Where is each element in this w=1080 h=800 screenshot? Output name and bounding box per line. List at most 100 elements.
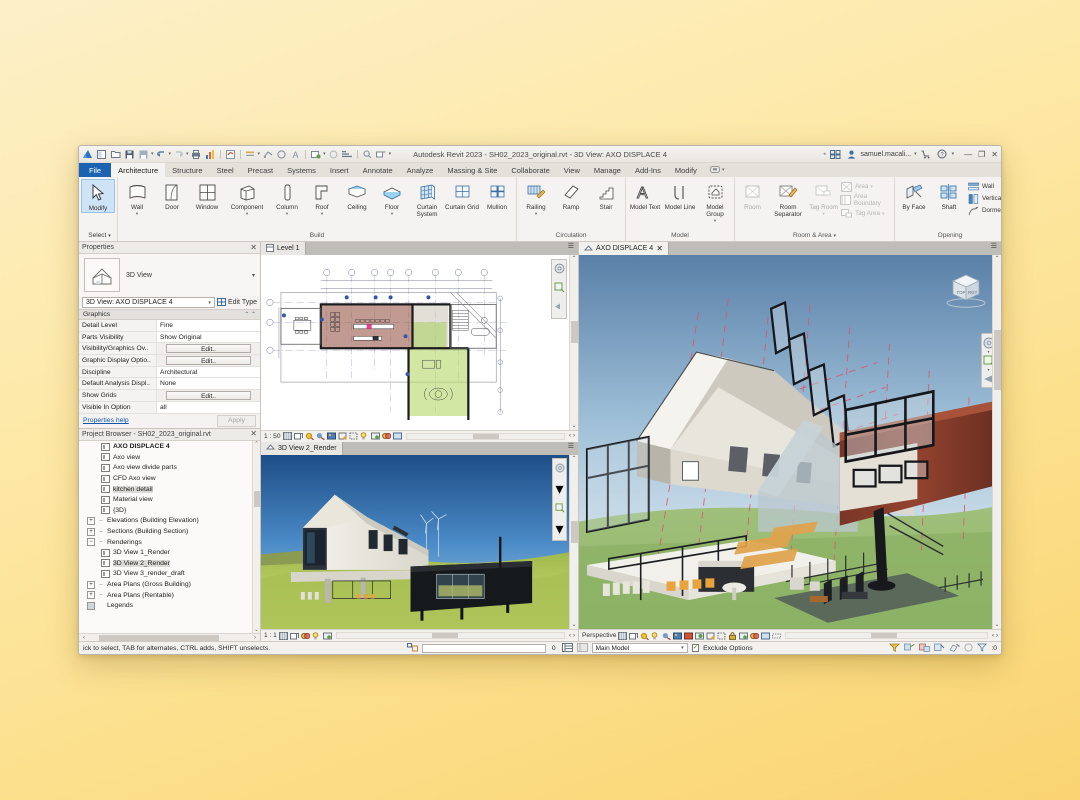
pan-icon[interactable] [554, 299, 565, 317]
close-icon[interactable]: ✕ [250, 430, 257, 438]
roof-button[interactable]: Roof ▾ [305, 179, 339, 216]
column-button[interactable]: Column ▾ [270, 179, 304, 216]
wall-button[interactable]: Wall ▾ [120, 179, 154, 216]
area-boundary-button[interactable]: Area Boundary [840, 193, 892, 207]
scroll-right-icon[interactable]: › [573, 433, 575, 439]
crop-region-icon[interactable] [349, 432, 358, 440]
steering-wheel-icon[interactable] [554, 261, 565, 279]
properties-help-link[interactable]: Properties help [83, 417, 129, 424]
tree-item-kitchen-detail[interactable]: kitchen detail [79, 484, 260, 495]
chevron-down-icon[interactable]: ▾ [186, 151, 189, 157]
view-tab-axo-displace-4[interactable]: AXO DISPLACE 4 ✕ [579, 242, 669, 255]
render-view-control-bar[interactable]: 1 : 1 ‹ › [261, 629, 578, 641]
property-row[interactable]: Discipline Architectural [79, 367, 260, 379]
zoom-tool-icon[interactable] [361, 148, 374, 161]
curtain-system-button[interactable]: Curtain System [410, 179, 444, 218]
cart-icon[interactable] [920, 148, 933, 161]
redo-icon[interactable] [172, 148, 185, 161]
scrollbar-thumb[interactable] [432, 633, 458, 638]
ribbon-tab-add-ins[interactable]: Add-Ins [628, 163, 668, 177]
chevron-left-icon[interactable]: ◂ [823, 151, 826, 157]
tile-windows-icon[interactable] [327, 148, 340, 161]
measure-chart-icon[interactable] [204, 148, 217, 161]
design-option-selector[interactable]: Main Model ▾ [592, 643, 688, 653]
new-project-icon[interactable] [95, 148, 108, 161]
apply-button[interactable]: Apply [217, 415, 256, 427]
room-button[interactable]: Room [737, 179, 768, 211]
lightbulb-icon[interactable] [360, 432, 369, 440]
tag-area-button[interactable]: Tag Area ▾ [840, 208, 892, 219]
lock-3d-view-icon[interactable] [728, 632, 737, 640]
modify-button[interactable]: Modify [81, 179, 115, 213]
model-text-button[interactable]: A Model Text [628, 179, 662, 211]
model-group-button[interactable]: Model Group ▾ [698, 179, 732, 223]
scroll-right-icon[interactable]: › [996, 633, 998, 639]
autodesk-account-icon[interactable] [829, 148, 842, 161]
detail-level-icon[interactable] [283, 432, 292, 440]
open-icon[interactable] [109, 148, 122, 161]
customize-qat-icon[interactable] [375, 148, 388, 161]
chevron-down-icon[interactable]: ▾ [681, 645, 684, 651]
sun-path-icon[interactable] [305, 432, 314, 440]
plan-drawing-canvas[interactable] [261, 255, 569, 430]
chevron-down-icon[interactable]: ▾ [722, 167, 725, 173]
scroll-up-icon[interactable]: ⌃ [253, 441, 260, 447]
reveal-hidden-icon[interactable] [301, 632, 310, 640]
axo-viewport[interactable]: TOP RGT ▾ ▾ [579, 255, 1001, 629]
sun-path-icon[interactable] [640, 632, 649, 640]
ribbon-tab-precast[interactable]: Precast [241, 163, 280, 177]
scroll-right-icon[interactable]: › [250, 635, 260, 641]
chevron-down-icon[interactable]: ▾ [987, 350, 989, 353]
dormer-opening-button[interactable]: Dormer [967, 205, 1001, 216]
property-row[interactable]: Parts Visibility Show Original [79, 332, 260, 344]
close-inactive-views-icon[interactable] [309, 148, 322, 161]
scroll-left-icon[interactable]: ‹ [79, 635, 89, 641]
visual-style-icon[interactable] [290, 632, 299, 640]
tree-item-axo-view-divide-parts[interactable]: Axo view divide parts [79, 463, 260, 474]
status-input-field[interactable] [422, 644, 546, 653]
filter-count-icon[interactable] [977, 643, 987, 654]
expand-icon[interactable]: + [87, 581, 95, 589]
chevron-down-icon[interactable]: ▾ [208, 300, 211, 306]
plan-view-tabbar[interactable]: Level 1 ☰ [261, 242, 578, 255]
visual-style-icon[interactable] [629, 632, 638, 640]
chevron-down-icon[interactable]: ▾ [987, 368, 989, 371]
select-panel-title[interactable]: Select ▾ [81, 230, 115, 241]
detail-level-icon[interactable] [618, 632, 627, 640]
tree-item-area-plans-gross-building[interactable]: +–Area Plans (Gross Building) [79, 579, 260, 590]
shadows-icon[interactable] [316, 432, 325, 440]
axo-vertical-scrollbar[interactable]: ⌃ ⌄ [992, 255, 1001, 629]
ribbon-tab-steel[interactable]: Steel [210, 163, 241, 177]
rendering-icon[interactable] [673, 632, 682, 640]
expand-icon[interactable]: + [87, 591, 95, 599]
sync-icon[interactable] [224, 148, 237, 161]
chevron-down-icon[interactable]: ▾ [952, 151, 955, 157]
view-cube[interactable]: TOP RGT [945, 267, 987, 309]
chevron-down-icon[interactable]: ▾ [914, 151, 917, 157]
tree-item-3d-view-2-render[interactable]: 3D View 2_Render [79, 558, 260, 569]
scroll-down-icon[interactable]: ⌄ [570, 422, 578, 430]
chevron-down-icon[interactable]: ▾ [321, 212, 323, 216]
close-button[interactable]: ✕ [991, 150, 998, 159]
scrollbar-thumb[interactable] [473, 434, 499, 439]
view-tab-3d-view-2-render[interactable]: 3D View 2_Render [261, 442, 343, 455]
tree-item-elevations[interactable]: +–Elevations (Building Elevation) [79, 516, 260, 527]
shaft-opening-button[interactable]: Shaft [932, 179, 966, 211]
property-row[interactable]: Show Grids Edit.. [79, 390, 260, 402]
select-underlay-icon[interactable] [919, 643, 930, 654]
user-name[interactable]: samuel.macali... [861, 151, 912, 158]
exclude-options-checkbox[interactable]: ✓ [692, 644, 700, 652]
render-view-tabbar[interactable]: 3D View 2_Render ☰ [261, 442, 578, 455]
ribbon-tab-annotate[interactable]: Annotate [356, 163, 400, 177]
chevron-down-icon[interactable]: ▾ [391, 212, 393, 216]
plan-vertical-scrollbar[interactable]: ⌃ ⌄ [569, 255, 578, 430]
view-tab-menu-icon[interactable]: ☰ [564, 242, 578, 255]
crop-region-icon[interactable] [717, 632, 726, 640]
vertical-opening-button[interactable]: Vertical [967, 193, 1001, 204]
axo-view-tabbar[interactable]: AXO DISPLACE 4 ✕ ☰ [579, 242, 1001, 255]
close-icon[interactable]: ✕ [250, 244, 257, 252]
tree-item-sections[interactable]: +–Sections (Building Section) [79, 526, 260, 537]
design-options-secondary-icon[interactable] [577, 643, 588, 654]
render-cloud-icon[interactable] [695, 632, 704, 640]
property-row[interactable]: Default Analysis Displ.. None [79, 378, 260, 390]
